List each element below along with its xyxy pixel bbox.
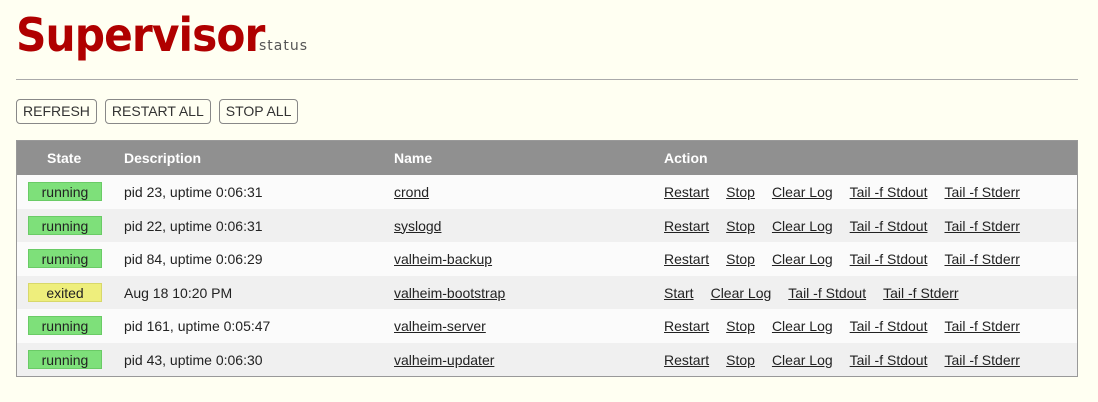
- table-row: running pid 43, uptime 0:06:30 valheim-upd…: [17, 342, 1077, 376]
- toolbar: REFRESH RESTART ALL STOP ALL: [16, 99, 299, 124]
- action-links: Start Clear Log Tail -f Stdout Tail -f Stde…: [664, 285, 976, 301]
- tail-f-stderr-link[interactable]: Tail -f Stderr: [944, 352, 1019, 368]
- tail-f-stderr-link[interactable]: Tail -f Stderr: [944, 218, 1019, 234]
- process-description: pid 161, uptime 0:05:47: [124, 318, 271, 334]
- process-description: pid 43, uptime 0:06:30: [124, 351, 263, 368]
- clear-log-link[interactable]: Clear Log: [711, 285, 772, 301]
- column-header-description: Description: [124, 150, 202, 166]
- column-header-action: Action: [664, 150, 708, 166]
- process-name-link[interactable]: crond: [394, 184, 429, 200]
- header-divider: [16, 79, 1078, 80]
- action-links: Restart Stop Clear Log Tail -f Stdout Tail -…: [664, 184, 1037, 200]
- process-description: pid 22, uptime 0:06:31: [124, 217, 263, 234]
- process-description: pid 23, uptime 0:06:31: [124, 184, 263, 200]
- table-row: running pid 161, uptime 0:05:47 valheim-se…: [17, 309, 1077, 343]
- status-badge: running: [28, 316, 102, 335]
- status-badge: running: [28, 349, 102, 369]
- stop-link[interactable]: Stop: [726, 352, 755, 368]
- process-name-link[interactable]: valheim-updater: [394, 352, 494, 368]
- process-name-link[interactable]: valheim-bootstrap: [394, 285, 505, 301]
- status-badge: running: [28, 249, 102, 268]
- tail-f-stdout-link[interactable]: Tail -f Stdout: [850, 218, 928, 234]
- process-name-link[interactable]: valheim-server: [394, 318, 486, 334]
- stop-link[interactable]: Stop: [726, 218, 755, 234]
- clear-log-link[interactable]: Clear Log: [772, 251, 833, 267]
- logo-subtitle: status: [259, 38, 309, 54]
- restart-all-button[interactable]: RESTART ALL: [104, 99, 211, 124]
- start-link[interactable]: Start: [664, 285, 694, 301]
- restart-link[interactable]: Restart: [664, 184, 709, 200]
- restart-link[interactable]: Restart: [664, 352, 709, 368]
- clear-log-link[interactable]: Clear Log: [772, 184, 833, 200]
- column-header-name: Name: [394, 150, 433, 166]
- restart-link[interactable]: Restart: [664, 251, 709, 267]
- table-row: running pid 22, uptime 0:06:31 syslogd Rest…: [17, 208, 1077, 242]
- clear-log-link[interactable]: Clear Log: [772, 218, 833, 234]
- process-description: pid 84, uptime 0:06:29: [124, 251, 263, 267]
- process-table: State Description Name Action running pid…: [16, 140, 1078, 377]
- action-links: Restart Stop Clear Log Tail -f Stdout Tail -…: [664, 352, 1037, 368]
- table-row: exited Aug 18 10:20 PM valheim-bootstrap St…: [17, 275, 1077, 309]
- tail-f-stdout-link[interactable]: Tail -f Stdout: [788, 285, 866, 301]
- restart-link[interactable]: Restart: [664, 318, 709, 334]
- action-links: Restart Stop Clear Log Tail -f Stdout Tail -…: [664, 251, 1037, 267]
- process-name-link[interactable]: valheim-backup: [394, 251, 492, 267]
- tail-f-stdout-link[interactable]: Tail -f Stdout: [850, 184, 928, 200]
- table-header: State Description Name Action: [17, 141, 1077, 175]
- tail-f-stdout-link[interactable]: Tail -f Stdout: [850, 251, 928, 267]
- column-header-state: State: [47, 150, 82, 166]
- clear-log-link[interactable]: Clear Log: [772, 318, 833, 334]
- refresh-button[interactable]: REFRESH: [16, 99, 97, 124]
- stop-link[interactable]: Stop: [726, 251, 755, 267]
- status-badge: exited: [28, 282, 102, 302]
- action-links: Restart Stop Clear Log Tail -f Stdout Tail -…: [664, 218, 1037, 234]
- tail-f-stdout-link[interactable]: Tail -f Stdout: [850, 352, 928, 368]
- restart-link[interactable]: Restart: [664, 218, 709, 234]
- table-body: running pid 23, uptime 0:06:31 crond Restar…: [17, 175, 1077, 376]
- stop-link[interactable]: Stop: [726, 184, 755, 200]
- table-row: running pid 23, uptime 0:06:31 crond Restar…: [17, 175, 1077, 209]
- tail-f-stderr-link[interactable]: Tail -f Stderr: [944, 318, 1019, 334]
- tail-f-stderr-link[interactable]: Tail -f Stderr: [944, 184, 1019, 200]
- table-row: running pid 84, uptime 0:06:29 valheim-bac…: [17, 242, 1077, 276]
- tail-f-stdout-link[interactable]: Tail -f Stdout: [850, 318, 928, 334]
- status-badge: running: [28, 215, 102, 235]
- stop-link[interactable]: Stop: [726, 318, 755, 334]
- process-name-link[interactable]: syslogd: [394, 218, 441, 234]
- clear-log-link[interactable]: Clear Log: [772, 352, 833, 368]
- action-links: Restart Stop Clear Log Tail -f Stdout Tail -…: [664, 318, 1037, 334]
- status-badge: running: [28, 182, 102, 201]
- process-description: Aug 18 10:20 PM: [124, 284, 233, 301]
- tail-f-stderr-link[interactable]: Tail -f Stderr: [944, 251, 1019, 267]
- supervisor-logo: Supervisor: [16, 8, 265, 62]
- stop-all-button[interactable]: STOP ALL: [218, 99, 299, 124]
- page-header: Supervisor status: [16, 8, 307, 68]
- tail-f-stderr-link[interactable]: Tail -f Stderr: [883, 285, 958, 301]
